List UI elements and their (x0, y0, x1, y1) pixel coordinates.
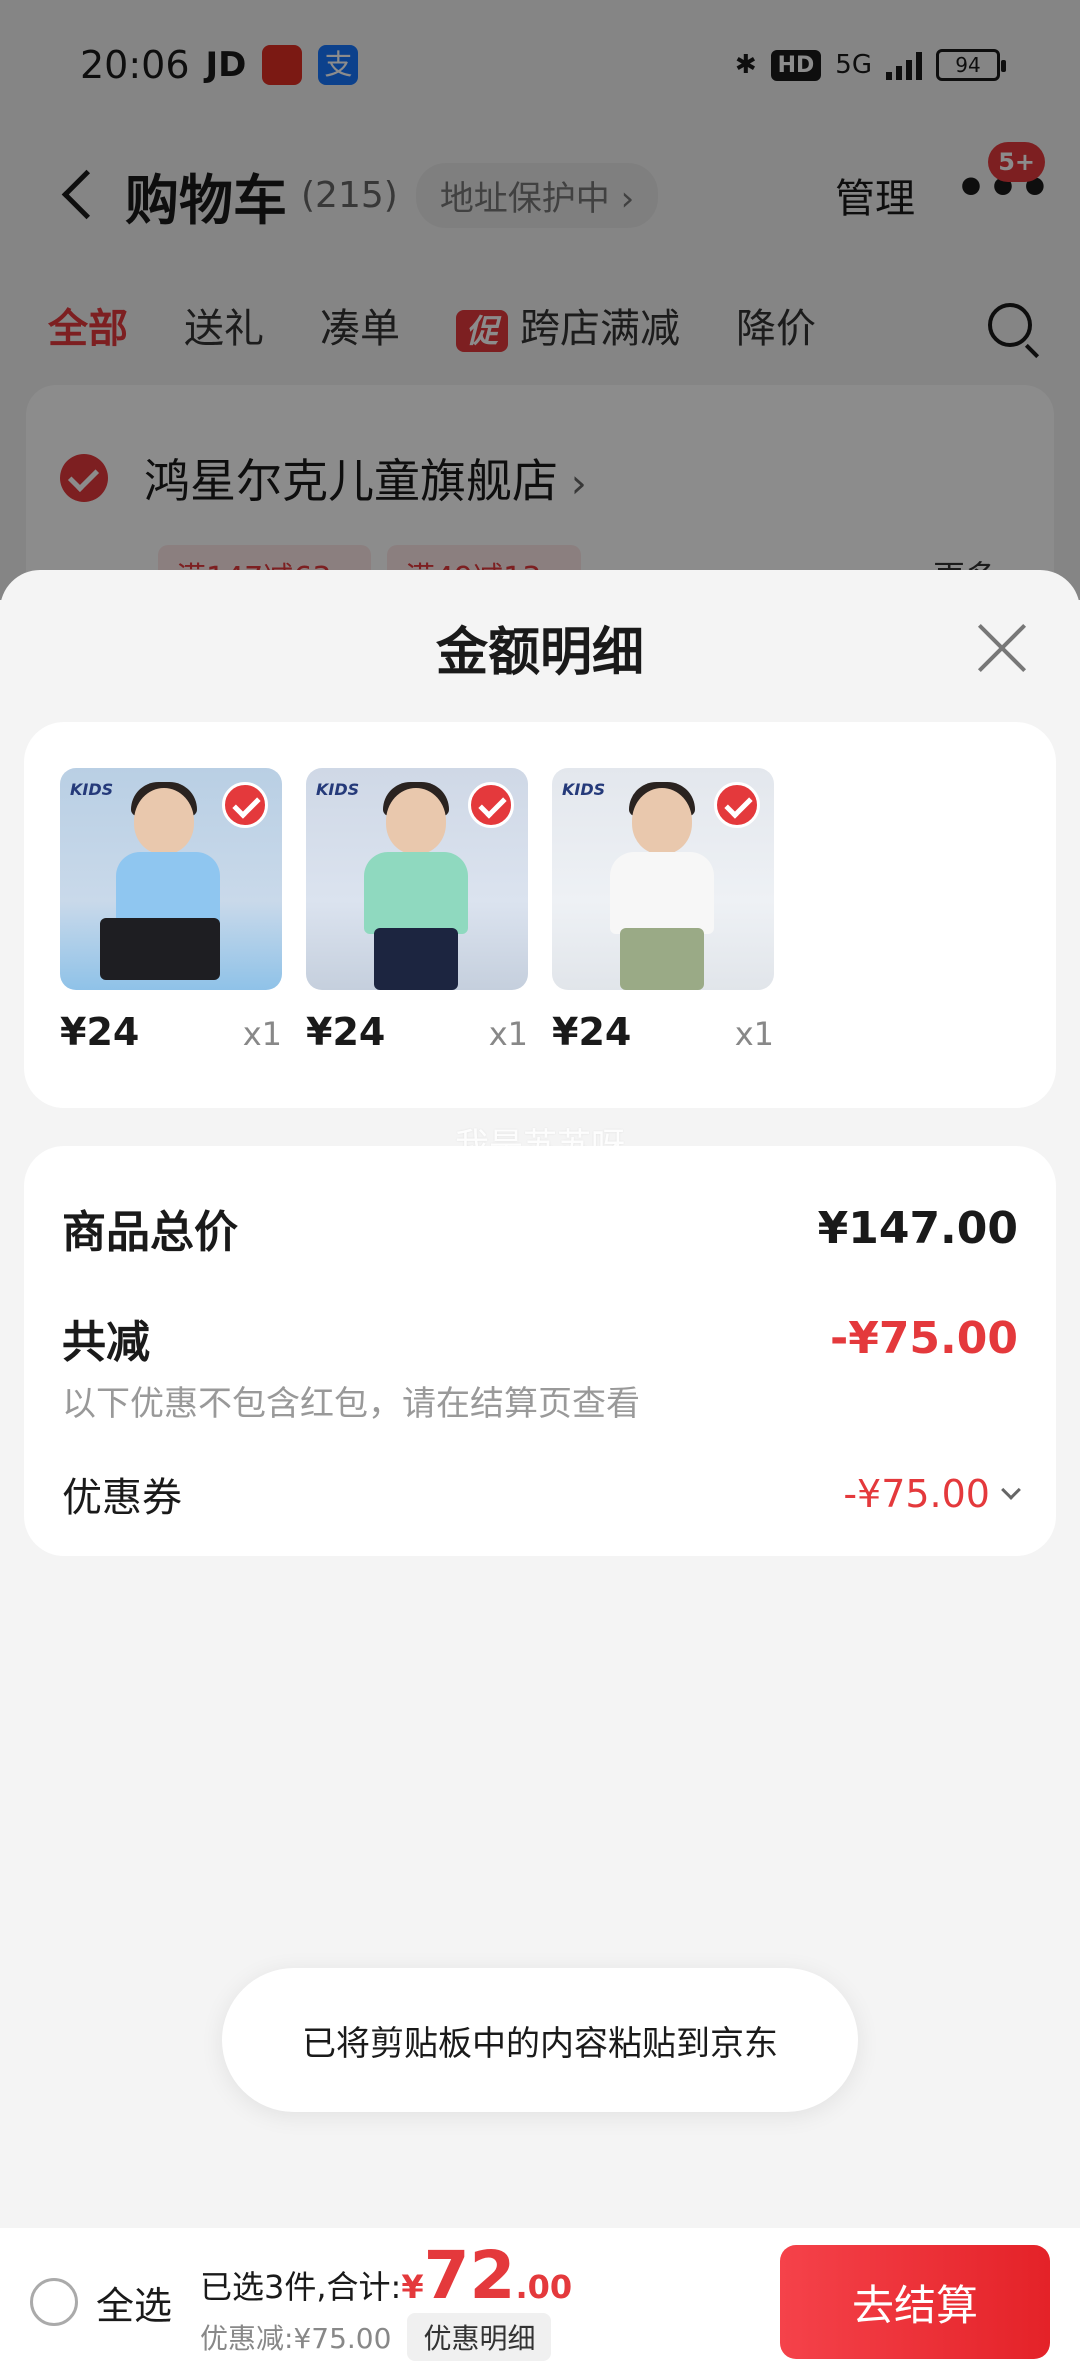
discount-note: 以下优惠不包含红包，请在结算页查看 (62, 1384, 640, 1424)
total-amount-decimal: .00 (515, 2268, 573, 2306)
close-icon[interactable] (974, 620, 1030, 676)
product-price: ¥24 (552, 1010, 632, 1054)
select-all-label[interactable]: 全选 (96, 2275, 172, 2330)
coupon-amount: -¥75.00 (843, 1472, 990, 1516)
kids-logo: KIDS (70, 780, 114, 799)
product-price: ¥24 (60, 1010, 140, 1054)
clipboard-toast: 已将剪贴板中的内容粘贴到京东 (222, 1968, 858, 2112)
checkout-bar: 全选 已选3件,合计: ¥ 72 .00 优惠减:¥75.00 优惠明细 去结算 (0, 2228, 1080, 2376)
selected-check-icon (468, 782, 514, 828)
discount-detail-button[interactable]: 优惠明细 (407, 2313, 552, 2361)
kids-logo: KIDS (316, 780, 360, 799)
total-currency: ¥ (401, 2268, 424, 2306)
product-item[interactable]: KIDS ¥24 x1 (552, 768, 774, 1062)
discount-amount: 优惠减:¥75.00 (200, 2322, 392, 2355)
product-qty: x1 (734, 1015, 774, 1053)
coupon-row[interactable]: 优惠券 -¥75.00 (62, 1465, 1021, 1523)
total-price-label: 商品总价 (62, 1207, 238, 1258)
modal-overlay[interactable] (0, 0, 1080, 600)
selected-check-icon (714, 782, 760, 828)
product-image: KIDS (552, 768, 774, 990)
totals: 已选3件,合计: ¥ 72 .00 优惠减:¥75.00 优惠明细 (200, 2243, 572, 2361)
selected-summary: 已选3件,合计: (200, 2268, 402, 2306)
product-qty: x1 (488, 1015, 528, 1053)
total-amount-integer: 72 (423, 2237, 516, 2314)
selected-check-icon (222, 782, 268, 828)
product-image: KIDS (306, 768, 528, 990)
product-qty: x1 (242, 1015, 282, 1053)
price-summary-card: 商品总价 ¥147.00 共减 -¥75.00 以下优惠不包含红包，请在结算页查… (24, 1146, 1056, 1556)
checkout-button[interactable]: 去结算 (780, 2245, 1050, 2359)
product-price: ¥24 (306, 1010, 386, 1054)
select-all-radio[interactable] (30, 2278, 78, 2326)
coupon-value[interactable]: -¥75.00 (843, 1472, 1021, 1516)
total-reduce-value: -¥75.00 (829, 1312, 1018, 1364)
sheet-title: 金额明细 (435, 623, 644, 683)
products-card: KIDS ¥24 x1 KIDS ¥24 x1 KIDS ¥24 x1 (24, 722, 1056, 1108)
amount-detail-sheet: 金额明细 KIDS ¥24 x1 KIDS ¥24 x1 KIDS ¥24 x1… (0, 570, 1080, 2230)
coupon-label: 优惠券 (62, 1475, 182, 1521)
product-item[interactable]: KIDS ¥24 x1 (306, 768, 528, 1062)
chevron-down-icon (1001, 1480, 1021, 1500)
total-reduce-label: 共减 (62, 1317, 150, 1368)
product-image: KIDS (60, 768, 282, 990)
product-item[interactable]: KIDS ¥24 x1 (60, 768, 282, 1062)
total-price-value: ¥147.00 (817, 1202, 1018, 1254)
kids-logo: KIDS (562, 780, 606, 799)
